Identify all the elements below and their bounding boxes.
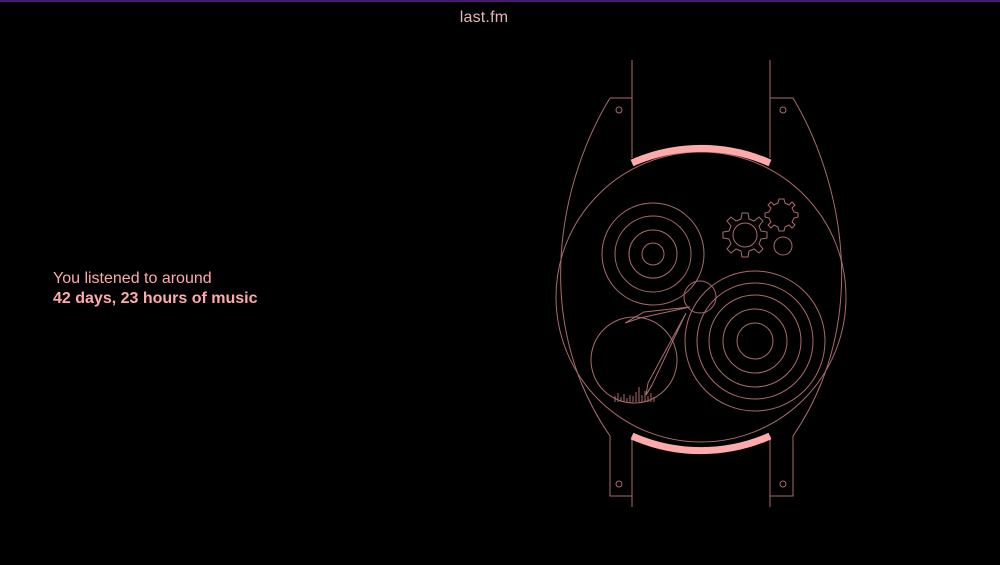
concentric-ring: [684, 270, 826, 412]
lug-screw-icon: [615, 480, 623, 488]
concentric-ring: [696, 282, 814, 400]
lug-screw-icon: [779, 480, 787, 488]
hour-hand: [624, 306, 691, 324]
watch-icon: [555, 60, 847, 507]
concentric-ring: [736, 322, 774, 360]
small-circle: [773, 236, 793, 256]
concentric-ring: [641, 242, 665, 266]
concentric-ring: [601, 202, 705, 306]
concentric-ring: [628, 229, 678, 279]
gear-icon: [764, 198, 799, 232]
gear-icon: [722, 212, 768, 258]
watch-case-right: [769, 97, 843, 497]
lug-screw-icon: [779, 106, 787, 114]
concentric-ring: [722, 308, 788, 374]
sound-bars-icon: [614, 387, 655, 402]
gear-hub: [732, 222, 758, 248]
concentric-ring: [614, 215, 692, 293]
bezel-accent-bottom: [630, 432, 772, 455]
minute-hand: [645, 312, 687, 396]
watch-case-left: [560, 97, 633, 497]
lug-screw-icon: [615, 106, 623, 114]
